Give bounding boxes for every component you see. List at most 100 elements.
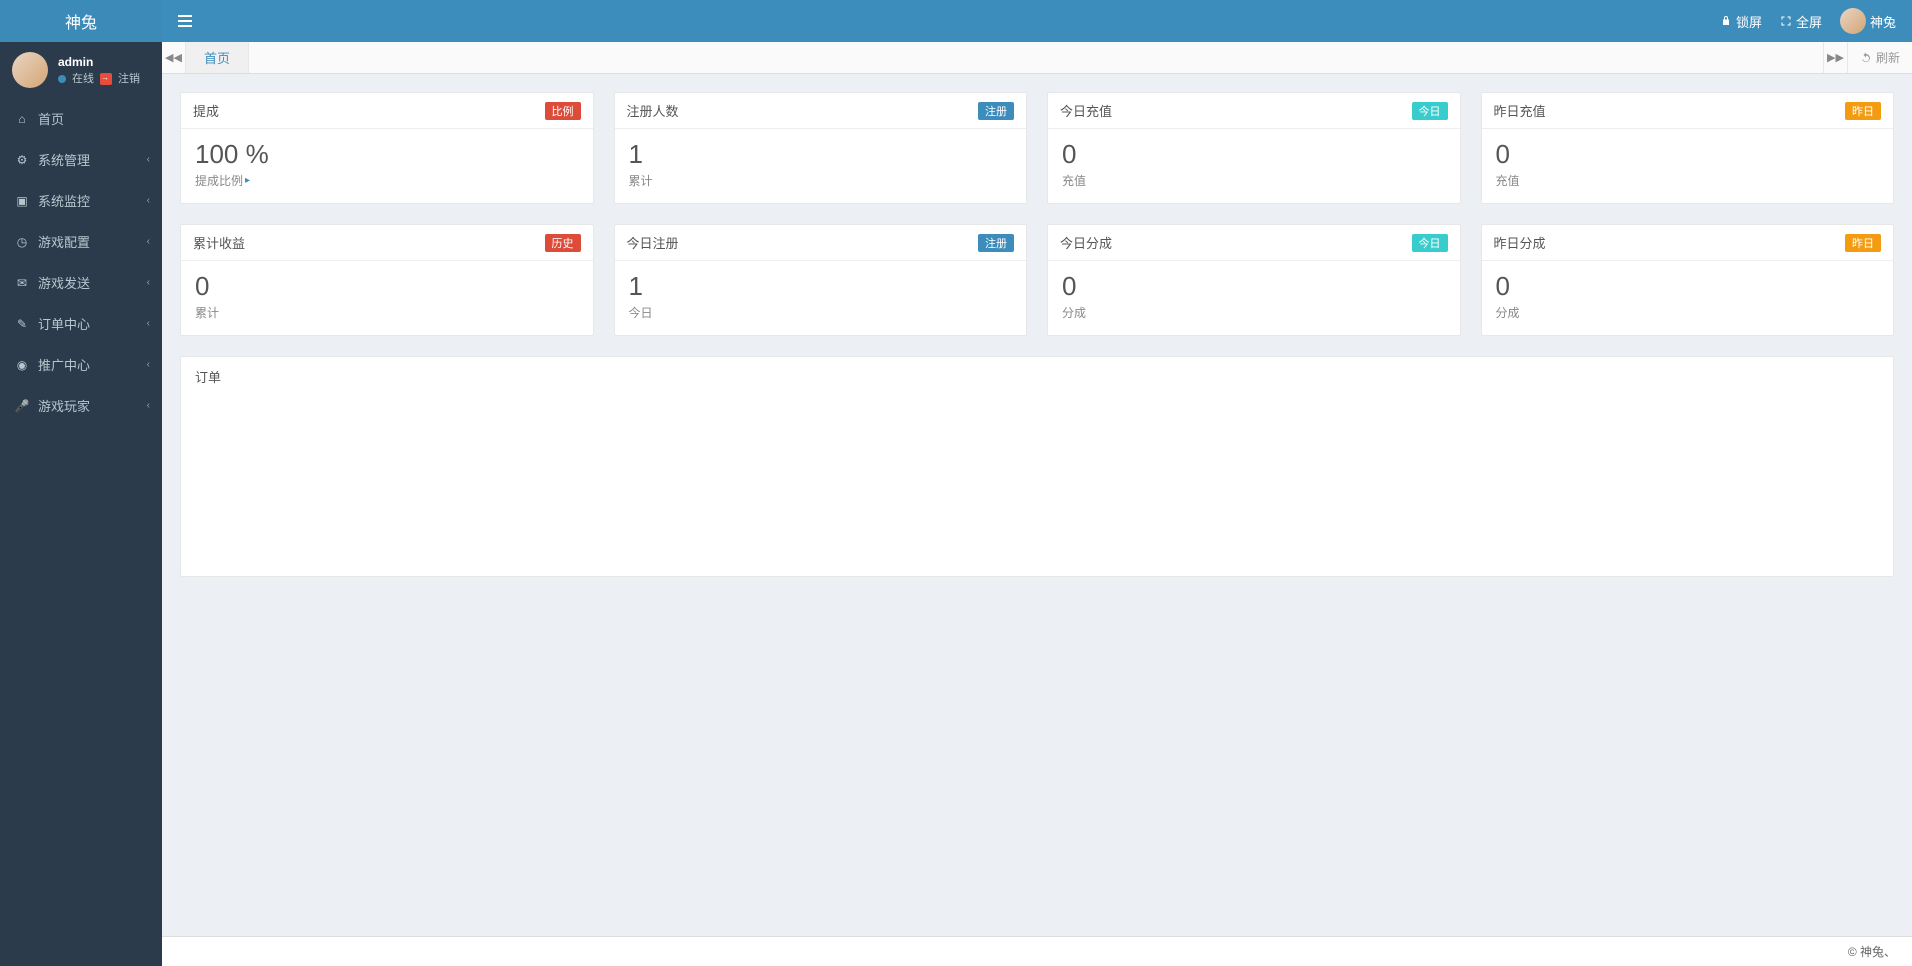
badge: 昨日 [1845,234,1881,252]
info-icon: ▸ [245,175,250,186]
card-commission: 提成 比例 100 % 提成比例▸ [180,92,594,204]
badge: 今日 [1412,234,1448,252]
double-right-icon: ▶▶ [1827,51,1844,64]
card-today-split: 今日分成 今日 0 分成 [1047,224,1461,336]
lock-button[interactable]: 锁屏 [1720,12,1762,31]
card-yesterday-split: 昨日分成 昨日 0 分成 [1481,224,1895,336]
card-title: 昨日分成 [1494,233,1546,252]
expand-icon [1780,15,1792,27]
card-yesterday-recharge: 昨日充值 昨日 0 充值 [1481,92,1895,204]
home-icon: ⌂ [14,112,30,126]
avatar[interactable] [12,52,48,88]
chevron-left-icon: ‹ [147,154,150,165]
logout-icon [100,73,112,85]
card-title: 提成 [193,101,219,120]
fullscreen-button[interactable]: 全屏 [1780,12,1822,31]
double-left-icon: ◀◀ [165,51,182,64]
card-value: 1 [629,271,1013,302]
nav-order-center[interactable]: ✎ 订单中心 ‹ [0,303,162,344]
nav-menu: ⌂ 首页 ⚙ 系统管理 ‹ ▣ 系统监控 ‹ ◷ 游戏配置 ‹ ✉ 游戏发送 ‹ [0,98,162,966]
order-body [181,396,1893,576]
refresh-button[interactable]: 刷新 [1847,42,1912,73]
nav-system-manage[interactable]: ⚙ 系统管理 ‹ [0,139,162,180]
card-title: 昨日充值 [1494,101,1546,120]
footer: © 神兔、 [162,936,1912,966]
content: 提成 比例 100 % 提成比例▸ 注册人数 注册 1 累计 [162,74,1912,936]
nav-home[interactable]: ⌂ 首页 [0,98,162,139]
card-sub: 累计 [629,172,653,189]
nav-home-label: 首页 [38,109,64,128]
card-value: 0 [1496,271,1880,302]
nav-promo-center-label: 推广中心 [38,355,90,374]
avatar [1840,8,1866,34]
nav-system-monitor[interactable]: ▣ 系统监控 ‹ [0,180,162,221]
nav-game-config-label: 游戏配置 [38,232,90,251]
badge: 今日 [1412,102,1448,120]
tab-home[interactable]: 首页 [186,42,249,73]
card-value: 0 [1062,271,1446,302]
card-sub: 今日 [629,304,653,321]
brand-logo[interactable]: 神兔 [0,0,162,42]
topbar: 锁屏 全屏 神兔 [162,0,1912,42]
cards-row-1: 提成 比例 100 % 提成比例▸ 注册人数 注册 1 累计 [180,92,1894,204]
nav-game-config[interactable]: ◷ 游戏配置 ‹ [0,221,162,262]
tabs-prev[interactable]: ◀◀ [162,42,186,73]
chevron-left-icon: ‹ [147,277,150,288]
card-sub: 分成 [1062,304,1086,321]
user-menu[interactable]: 神兔 [1840,8,1896,34]
tabs-bar: ◀◀ 首页 ▶▶ 刷新 [162,42,1912,74]
nav-game-send-label: 游戏发送 [38,273,90,292]
card-title: 累计收益 [193,233,245,252]
sidebar-toggle[interactable] [162,0,208,42]
tabs-next[interactable]: ▶▶ [1823,42,1847,73]
badge: 注册 [978,234,1014,252]
chevron-left-icon: ‹ [147,400,150,411]
badge: 昨日 [1845,102,1881,120]
card-value: 100 % [195,139,579,170]
cards-row-2: 累计收益 历史 0 累计 今日注册 注册 1 今日 [180,224,1894,336]
card-registrations: 注册人数 注册 1 累计 [614,92,1028,204]
order-panel: 订单 [180,356,1894,577]
card-value: 1 [629,139,1013,170]
refresh-icon [1860,52,1872,64]
card-today-register: 今日注册 注册 1 今日 [614,224,1028,336]
camera-icon: ▣ [14,194,30,208]
chevron-left-icon: ‹ [147,236,150,247]
card-sub: 提成比例 [195,172,243,189]
chevron-left-icon: ‹ [147,359,150,370]
user-panel: admin 在线 注销 [0,42,162,98]
user-info: admin 在线 注销 [58,53,140,88]
chevron-left-icon: ‹ [147,318,150,329]
refresh-label: 刷新 [1876,49,1900,66]
logout-link[interactable]: 注销 [118,71,140,88]
badge: 比例 [545,102,581,120]
lock-label: 锁屏 [1736,12,1762,31]
card-value: 0 [195,271,579,302]
badge: 历史 [545,234,581,252]
envelope-icon: ✉ [14,276,30,290]
card-value: 0 [1496,139,1880,170]
online-dot-icon [58,75,66,83]
user-name: admin [58,53,140,71]
card-sub: 充值 [1062,172,1086,189]
bars-icon [178,20,192,22]
nav-game-player[interactable]: 🎤 游戏玩家 ‹ [0,385,162,426]
card-title: 今日充值 [1060,101,1112,120]
online-label: 在线 [72,71,94,88]
card-sub: 分成 [1496,304,1520,321]
card-today-recharge: 今日充值 今日 0 充值 [1047,92,1461,204]
nav-system-monitor-label: 系统监控 [38,191,90,210]
nav-game-player-label: 游戏玩家 [38,396,90,415]
nav-game-send[interactable]: ✉ 游戏发送 ‹ [0,262,162,303]
eye-icon: ◉ [14,358,30,372]
card-sub: 累计 [195,304,219,321]
card-value: 0 [1062,139,1446,170]
main: 锁屏 全屏 神兔 ◀◀ 首页 ▶▶ [162,0,1912,966]
card-title: 今日分成 [1060,233,1112,252]
card-total-earnings: 累计收益 历史 0 累计 [180,224,594,336]
card-title: 注册人数 [627,101,679,120]
gear-icon: ⚙ [14,153,30,167]
nav-promo-center[interactable]: ◉ 推广中心 ‹ [0,344,162,385]
chevron-left-icon: ‹ [147,195,150,206]
badge: 注册 [978,102,1014,120]
